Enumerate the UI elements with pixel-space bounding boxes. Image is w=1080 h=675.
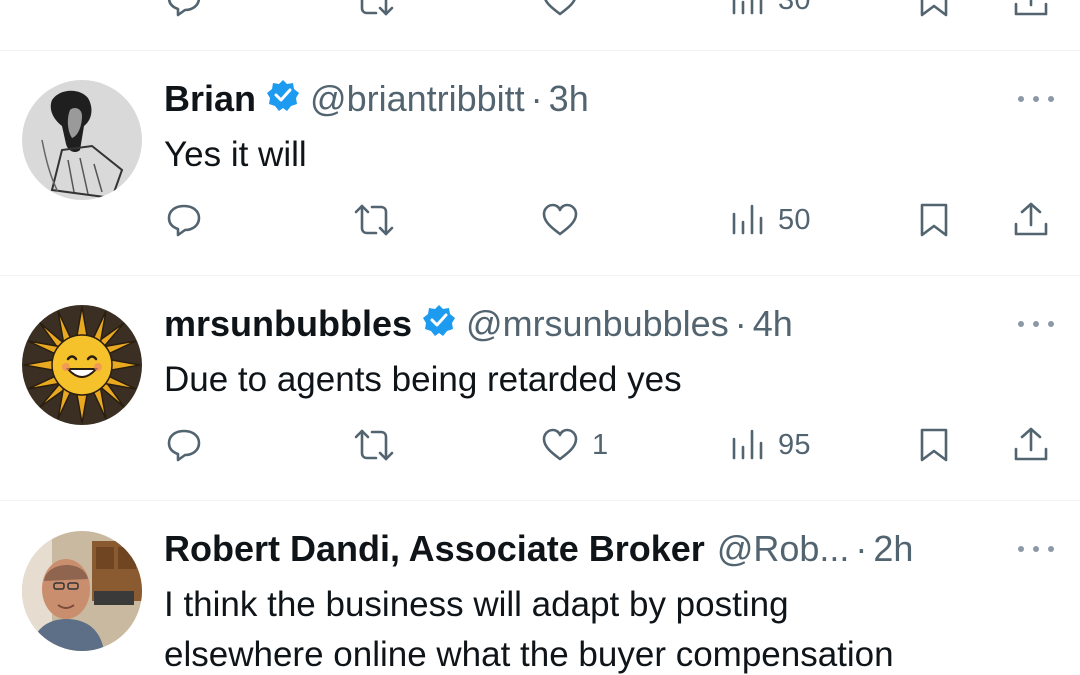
author-handle[interactable]: @Rob... [717,528,850,570]
retweet-icon [354,429,394,461]
retweet-button[interactable] [352,419,396,471]
author-name[interactable]: Brian [164,78,256,120]
tweet-header: Brian @briantribbitt · 3h [164,76,1010,122]
views-count: 95 [778,428,811,461]
verified-icon [422,303,456,346]
reply-icon [167,0,201,17]
author-handle[interactable]: @mrsunbubbles [466,303,729,345]
retweet-icon [360,0,394,16]
views-count: 50 [778,203,811,236]
views-icon [732,204,763,235]
like-count: 1 [592,428,609,461]
separator: · [530,78,543,119]
views-icon [732,429,763,460]
more-icon[interactable] [1018,314,1054,334]
separator: · [855,528,868,569]
share-icon [1014,202,1048,236]
tweet-text-line: I think the business will adapt by posti… [164,585,789,624]
tweet-header: mrsunbubbles @mrsunbubbles · 4h [164,301,1010,347]
reply-button[interactable] [164,0,204,26]
tweet-text: Due to agents being retarded yes [164,360,682,399]
timestamp[interactable]: 2h [873,528,913,570]
share-button[interactable] [1012,0,1050,26]
tweet-actions: 50 [0,194,1080,246]
bookmark-icon [920,203,948,237]
tweet[interactable]: Brian @briantribbitt · 3h Yes it will 50 [0,51,1080,275]
views-button[interactable]: 30 [730,0,811,26]
like-button[interactable]: 1 [540,419,608,471]
retweet-icon [354,204,394,236]
share-icon [1014,0,1048,16]
avatar[interactable] [22,80,142,200]
share-button[interactable] [1012,194,1050,246]
sketch-portrait-image [22,80,142,200]
share-icon [1014,427,1048,461]
like-button[interactable] [540,194,580,246]
like-button[interactable] [540,0,580,26]
avatar[interactable] [22,531,142,651]
like-icon [544,0,576,16]
timestamp[interactable]: 4h [753,303,793,345]
tweet-text: I think the business will adapt by posti… [164,580,1030,675]
views-count: 30 [778,0,811,17]
reply-button[interactable] [164,419,204,471]
retweet-button[interactable] [352,194,396,246]
reply-icon [167,204,201,237]
tweet-actions: 1 95 [0,419,1080,471]
like-icon [542,203,578,236]
bookmark-icon [920,0,948,17]
tweet[interactable]: Robert Dandi, Associate Broker @Rob... ·… [0,501,1080,675]
bookmark-button[interactable] [917,419,951,471]
sun-face-image [22,305,142,425]
bookmark-icon [920,428,948,462]
bookmark-button[interactable] [917,0,951,26]
share-button[interactable] [1012,419,1050,471]
separator: · [734,303,747,344]
reply-button[interactable] [164,194,204,246]
retweet-button[interactable] [352,0,396,26]
reply-icon [167,429,201,462]
views-button[interactable]: 95 [730,419,811,471]
timestamp[interactable]: 3h [549,78,589,120]
author-name[interactable]: mrsunbubbles [164,303,412,345]
tweet-text: Yes it will [164,135,307,174]
tweet-text-line: elsewhere online what the buyer compensa… [164,635,894,674]
avatar[interactable] [22,305,142,425]
more-icon[interactable] [1018,89,1054,109]
author-handle[interactable]: @briantribbitt [310,78,525,120]
tweet[interactable]: mrsunbubbles @mrsunbubbles · 4h Due to a… [0,276,1080,500]
like-icon [542,428,578,461]
verified-icon [266,78,300,121]
bookmark-button[interactable] [917,194,951,246]
more-icon[interactable] [1018,539,1054,559]
tweet-header: Robert Dandi, Associate Broker @Rob... ·… [164,526,1010,572]
views-button[interactable]: 50 [730,194,811,246]
person-photo-image [22,531,142,651]
views-icon [732,0,763,15]
tweet-actions: 30 [0,0,1080,26]
author-name[interactable]: Robert Dandi, Associate Broker [164,528,705,570]
